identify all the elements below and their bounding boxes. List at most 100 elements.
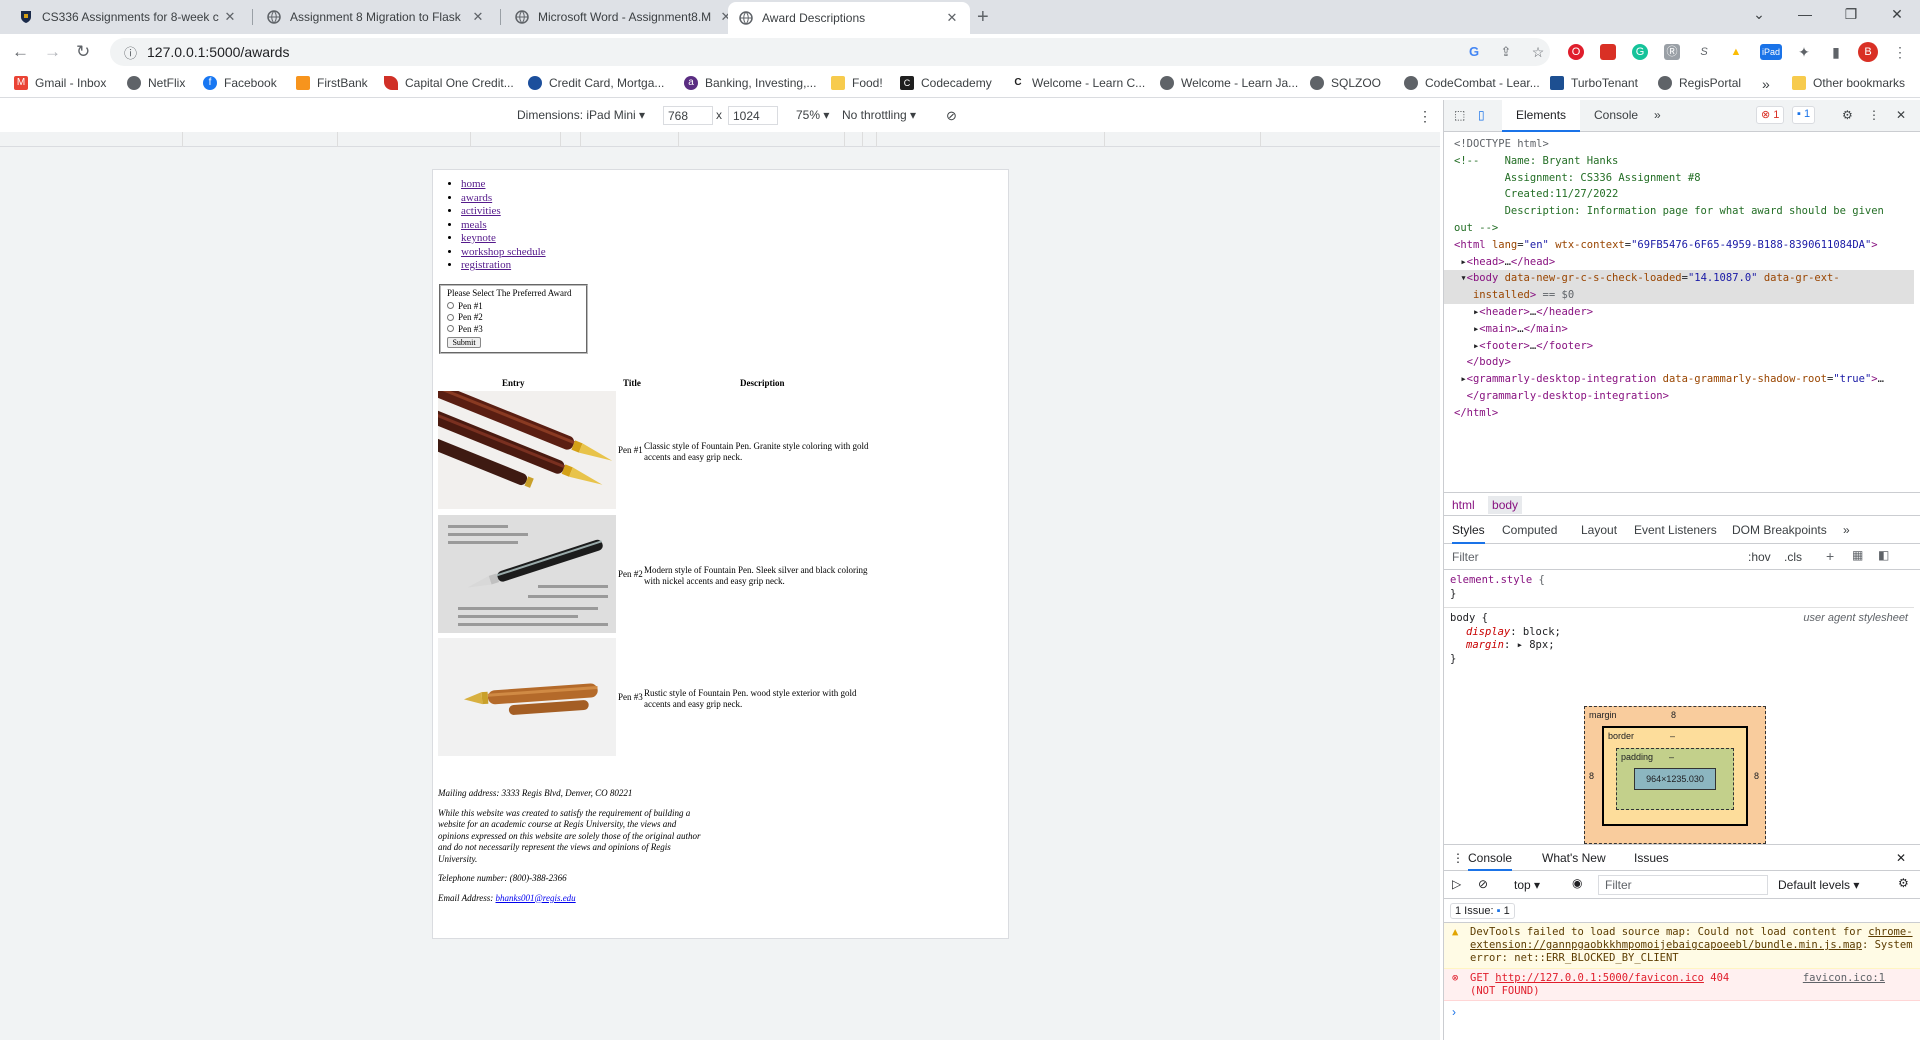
nav-link-home[interactable]: home xyxy=(461,178,485,190)
forward-icon[interactable]: → xyxy=(44,42,61,62)
tab-console[interactable]: Console xyxy=(1594,108,1638,122)
console-sidebar-icon[interactable]: ▷ xyxy=(1452,877,1461,891)
clear-console-icon[interactable]: ⊘ xyxy=(1478,877,1488,891)
message-count-badge[interactable]: ▪ 1 xyxy=(1792,106,1816,124)
extensions-puzzle-icon[interactable]: ✦ xyxy=(1796,44,1812,60)
close-drawer-icon[interactable]: ✕ xyxy=(1896,851,1906,865)
devtools-menu-icon[interactable]: ⋮ xyxy=(1868,108,1880,122)
profile-avatar[interactable]: B xyxy=(1858,42,1878,62)
nav-link-registration[interactable]: registration xyxy=(461,259,511,271)
extension-s-icon[interactable]: S xyxy=(1696,44,1712,60)
tab-styles[interactable]: Styles xyxy=(1452,523,1485,544)
bookmark-item[interactable]: NetFlix xyxy=(127,76,185,90)
console-settings-gear-icon[interactable]: ⚙ xyxy=(1898,876,1909,890)
back-icon[interactable]: ← xyxy=(12,42,29,62)
drawer-tab-console[interactable]: Console xyxy=(1468,851,1513,871)
width-input[interactable]: 768 xyxy=(663,106,713,125)
settings-gear-icon[interactable]: ⚙ xyxy=(1842,108,1853,122)
tab-computed[interactable]: Computed xyxy=(1502,523,1557,537)
google-drive-icon[interactable]: ▲ xyxy=(1728,44,1744,60)
context-select[interactable]: top ▾ xyxy=(1514,878,1540,892)
styles-filter-input[interactable]: Filter xyxy=(1452,550,1479,564)
tab-award-descriptions[interactable]: Award Descriptions ✕ xyxy=(728,2,970,34)
side-panel-icon[interactable]: ▮ xyxy=(1828,44,1844,60)
extension-red-icon[interactable] xyxy=(1600,44,1616,60)
throttling-select[interactable]: No throttling ▾ xyxy=(842,108,916,122)
close-icon[interactable]: ✕ xyxy=(222,9,238,25)
cls-toggle[interactable]: .cls xyxy=(1784,550,1802,564)
device-toggle-icon[interactable]: ▯ xyxy=(1478,108,1485,122)
close-devtools-icon[interactable]: ✕ xyxy=(1896,108,1906,122)
bookmarks-more-icon[interactable]: » xyxy=(1762,76,1770,92)
new-tab-icon[interactable]: + xyxy=(977,6,989,29)
rotate-icon[interactable]: ⊘ xyxy=(946,108,957,124)
nav-link-keynote[interactable]: keynote xyxy=(461,232,496,244)
email-link[interactable]: bhanks001@regis.edu xyxy=(496,893,576,903)
nav-link-awards[interactable]: awards xyxy=(461,192,492,204)
radio-button[interactable] xyxy=(447,313,454,321)
hov-toggle[interactable]: :hov xyxy=(1748,550,1771,564)
console-prompt-icon[interactable]: › xyxy=(1452,1005,1456,1019)
bookmark-item[interactable]: a Banking, Investing,... xyxy=(684,76,816,90)
nav-link-workshop-schedule[interactable]: workshop schedule xyxy=(461,246,546,258)
ipad-device-icon[interactable]: iPad xyxy=(1760,44,1782,60)
issues-badge[interactable]: 1 Issue: ▪ 1 xyxy=(1450,903,1515,919)
radio-option[interactable]: Pen #2 xyxy=(447,312,580,324)
radio-option[interactable]: Pen #1 xyxy=(447,300,580,312)
tab-layout[interactable]: Layout xyxy=(1581,523,1617,537)
bookmark-item[interactable]: Welcome - Learn Ja... xyxy=(1160,76,1298,90)
bookmark-item[interactable]: C Codecademy xyxy=(900,76,992,90)
submit-button[interactable]: Submit xyxy=(447,336,481,348)
radio-button[interactable] xyxy=(447,302,454,310)
add-rule-icon[interactable]: + xyxy=(1826,548,1834,564)
bookmark-item[interactable]: f Facebook xyxy=(203,76,277,90)
dom-tree[interactable]: <!DOCTYPE html> <!-- Name: Bryant Hanks … xyxy=(1444,132,1920,492)
bookmark-item[interactable]: CodeCombat - Lear... xyxy=(1404,76,1540,90)
close-icon[interactable]: ✕ xyxy=(944,10,960,26)
address-bar[interactable]: ⓘ 127.0.0.1:5000/awards xyxy=(110,38,1550,66)
extension-gray-icon[interactable]: Ⓡ xyxy=(1664,44,1680,60)
grammarly-icon[interactable]: G xyxy=(1632,44,1648,60)
tab-microsoft-word[interactable]: Microsoft Word - Assignment8.M ✕ xyxy=(504,0,744,34)
reload-icon[interactable]: ↻ xyxy=(76,42,90,62)
eye-icon[interactable]: ◉ xyxy=(1572,876,1582,890)
more-tabs-icon[interactable]: » xyxy=(1654,108,1661,122)
favicon-url-link[interactable]: http://127.0.0.1:5000/favicon.ico xyxy=(1495,972,1704,984)
toggle-sidebar-icon[interactable]: ◧ xyxy=(1878,548,1889,562)
bookmark-star-icon[interactable]: ☆ xyxy=(1530,44,1546,60)
error-source-link[interactable]: favicon.ico:1 xyxy=(1803,972,1885,985)
more-tabs-icon[interactable]: » xyxy=(1843,523,1850,537)
inspect-element-icon[interactable]: ⬚ xyxy=(1454,108,1465,122)
breadcrumb-html[interactable]: html xyxy=(1452,498,1475,512)
drawer-menu-icon[interactable]: ⋮ xyxy=(1452,851,1464,865)
bookmark-item[interactable]: Capital One Credit... xyxy=(384,76,514,90)
drawer-tab-whats-new[interactable]: What's New xyxy=(1542,851,1606,865)
device-select[interactable]: Dimensions: iPad Mini ▾ xyxy=(517,108,645,122)
nav-link-meals[interactable]: meals xyxy=(461,219,487,231)
bookmark-item[interactable]: TurboTenant xyxy=(1550,76,1638,90)
info-icon[interactable]: ⓘ xyxy=(124,43,137,62)
radio-button[interactable] xyxy=(447,325,454,333)
tab-event-listeners[interactable]: Event Listeners xyxy=(1634,523,1717,537)
share-icon[interactable]: ⇪ xyxy=(1498,44,1514,60)
opera-icon[interactable]: O xyxy=(1568,44,1584,60)
menu-kebab-icon[interactable]: ⋮ xyxy=(1892,44,1908,60)
restore-icon[interactable]: ❐ xyxy=(1836,6,1866,23)
google-icon[interactable]: G xyxy=(1466,44,1482,60)
paint-icon[interactable]: ▦ xyxy=(1852,548,1863,562)
more-options-icon[interactable]: ⋮ xyxy=(1418,108,1432,125)
tab-assignment-8[interactable]: Assignment 8 Migration to Flask ✕ xyxy=(256,0,496,34)
close-window-icon[interactable]: ✕ xyxy=(1882,6,1912,23)
bookmark-item[interactable]: FirstBank xyxy=(296,76,368,90)
tab-dom-breakpoints[interactable]: DOM Breakpoints xyxy=(1732,523,1827,537)
bookmark-item[interactable]: RegisPortal xyxy=(1658,76,1741,90)
log-levels-select[interactable]: Default levels ▾ xyxy=(1778,878,1859,892)
tab-cs336-assignments[interactable]: CS336 Assignments for 8-week c ✕ xyxy=(8,0,248,34)
breadcrumb-body[interactable]: body xyxy=(1488,496,1523,514)
bookmark-folder[interactable]: Food! xyxy=(831,76,883,90)
tab-search-icon[interactable]: ⌄ xyxy=(1744,6,1774,23)
console-filter-input[interactable]: Filter xyxy=(1598,875,1768,895)
bookmark-item[interactable]: M Gmail - Inbox xyxy=(14,76,106,90)
bookmark-item[interactable]: Credit Card, Mortga... xyxy=(528,76,664,90)
media-query-bar[interactable] xyxy=(0,132,1440,147)
